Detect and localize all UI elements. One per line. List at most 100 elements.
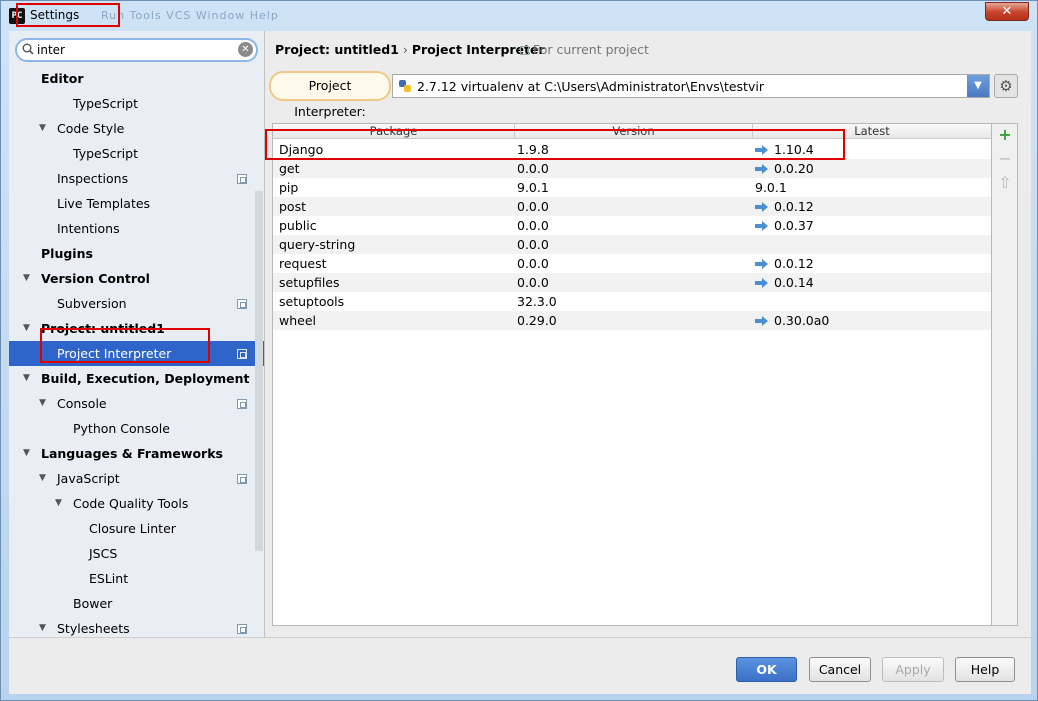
tree-item-label: Console bbox=[57, 396, 107, 411]
tree-item[interactable]: ▼ JavaScript bbox=[9, 466, 264, 491]
latest-version-text: 0.0.12 bbox=[774, 256, 814, 271]
tree-item[interactable]: ▼ Code Quality Tools bbox=[9, 491, 264, 516]
upgrade-available-icon bbox=[755, 259, 769, 269]
tree-item[interactable]: ▼ Languages & Frameworks bbox=[9, 441, 264, 466]
tree-item-label: JSCS bbox=[89, 546, 118, 561]
expand-arrow-icon[interactable]: ▼ bbox=[23, 441, 33, 466]
bottom-separator bbox=[9, 637, 1031, 638]
tree-item-label: Code Style bbox=[57, 121, 125, 136]
add-package-icon[interactable]: + bbox=[996, 126, 1014, 144]
tree-item[interactable]: Plugins bbox=[9, 241, 264, 266]
tree-item[interactable]: JSCS bbox=[9, 541, 264, 566]
project-scope-icon bbox=[237, 624, 247, 634]
title-bar[interactable]: PC Settings Run Tools VCS Window Help ✕ bbox=[1, 1, 1037, 31]
close-window-button[interactable]: ✕ bbox=[985, 2, 1029, 21]
package-name-cell: Django bbox=[279, 142, 324, 157]
expand-arrow-icon[interactable]: ▼ bbox=[23, 266, 33, 291]
tree-item[interactable]: Python Console bbox=[9, 416, 264, 441]
latest-version-cell: 0.0.20 bbox=[755, 159, 814, 178]
package-name-cell: query-string bbox=[279, 237, 356, 252]
help-button[interactable]: Help bbox=[955, 657, 1015, 682]
expand-arrow-icon[interactable]: ▼ bbox=[23, 316, 33, 341]
tree-item[interactable]: ▼ Project: untitled1 bbox=[9, 316, 264, 341]
tree-item-label: Python Console bbox=[73, 421, 170, 436]
table-row[interactable]: Django 1.9.8 1.10.4 bbox=[273, 140, 991, 159]
table-row[interactable]: pip 9.0.1 9.0.1 bbox=[273, 178, 991, 197]
tree-item-label: JavaScript bbox=[57, 471, 120, 486]
expand-arrow-icon[interactable]: ▼ bbox=[39, 391, 49, 416]
table-row[interactable]: wheel 0.29.0 0.30.0a0 bbox=[273, 311, 991, 330]
tree-item[interactable]: Editor bbox=[9, 66, 264, 91]
cancel-button[interactable]: Cancel bbox=[809, 657, 871, 682]
table-row[interactable]: query-string 0.0.0 bbox=[273, 235, 991, 254]
tree-item-label: Code Quality Tools bbox=[73, 496, 189, 511]
settings-search-box[interactable]: ✕ bbox=[15, 38, 258, 62]
tree-item-label: Plugins bbox=[41, 246, 93, 261]
version-cell: 0.0.0 bbox=[517, 161, 549, 176]
project-interpreter-panel: Project: untitled1 › Project Interpreter F… bbox=[265, 31, 1031, 637]
expand-arrow-icon[interactable]: ▼ bbox=[39, 466, 49, 491]
breadcrumb-separator: › bbox=[402, 42, 408, 57]
tree-scrollbar[interactable] bbox=[255, 191, 263, 551]
package-name-cell: get bbox=[279, 161, 300, 176]
table-row[interactable]: setupfiles 0.0.0 0.0.14 bbox=[273, 273, 991, 292]
chevron-down-icon[interactable]: ▼ bbox=[967, 75, 989, 97]
tree-item-label: Build, Execution, Deployment bbox=[41, 371, 250, 386]
tree-item-label: TypeScript bbox=[73, 96, 138, 111]
table-row[interactable]: public 0.0.0 0.0.37 bbox=[273, 216, 991, 235]
gear-icon[interactable]: ⚙ bbox=[994, 74, 1018, 98]
clear-search-icon[interactable]: ✕ bbox=[238, 42, 253, 57]
settings-tree-panel: ✕ Editor TypeScript ▼ Code Style TypeScript I… bbox=[9, 31, 264, 637]
table-row[interactable]: request 0.0.0 0.0.12 bbox=[273, 254, 991, 273]
version-cell: 0.0.0 bbox=[517, 256, 549, 271]
scope-icon bbox=[520, 46, 529, 55]
tree-item-label: Project: untitled1 bbox=[41, 321, 165, 336]
packages-table: Package Version Latest Django 1.9.8 1.10.4… bbox=[272, 123, 992, 626]
column-header-version[interactable]: Version bbox=[515, 124, 753, 139]
project-scope-icon bbox=[237, 399, 247, 409]
latest-version-cell: 0.0.37 bbox=[755, 216, 814, 235]
tree-item[interactable]: ESLint bbox=[9, 566, 264, 591]
tree-item[interactable]: Intentions bbox=[9, 216, 264, 241]
expand-arrow-icon[interactable]: ▼ bbox=[39, 116, 49, 141]
table-row[interactable]: get 0.0.0 0.0.20 bbox=[273, 159, 991, 178]
table-header: Package Version Latest bbox=[273, 124, 991, 139]
tree-item[interactable]: TypeScript bbox=[9, 91, 264, 116]
latest-version-text: 0.0.12 bbox=[774, 199, 814, 214]
expand-arrow-icon[interactable]: ▼ bbox=[23, 366, 33, 391]
tree-item[interactable]: ▼ Console bbox=[9, 391, 264, 416]
tree-item[interactable]: Bower bbox=[9, 591, 264, 616]
tree-item[interactable]: ▼ Version Control bbox=[9, 266, 264, 291]
project-scope-icon bbox=[237, 474, 247, 484]
tree-item-label: Project Interpreter bbox=[57, 346, 172, 361]
tree-item[interactable]: ▼ Build, Execution, Deployment bbox=[9, 366, 264, 391]
tree-item[interactable]: TypeScript bbox=[9, 141, 264, 166]
column-header-latest[interactable]: Latest bbox=[753, 124, 991, 139]
tree-item[interactable]: Inspections bbox=[9, 166, 264, 191]
ok-button[interactable]: OK bbox=[736, 657, 797, 682]
apply-button[interactable]: Apply bbox=[882, 657, 944, 682]
search-input[interactable] bbox=[37, 42, 232, 58]
tree-item[interactable]: Subversion bbox=[9, 291, 264, 316]
search-icon bbox=[22, 43, 34, 55]
package-name-cell: setuptools bbox=[279, 294, 345, 309]
upgrade-package-icon[interactable]: ⇧ bbox=[996, 174, 1014, 192]
tree-item[interactable]: Project Interpreter bbox=[9, 341, 264, 366]
interpreter-select[interactable]: 2.7.12 virtualenv at C:\Users\Administra… bbox=[392, 74, 990, 98]
table-row[interactable]: post 0.0.0 0.0.12 bbox=[273, 197, 991, 216]
breadcrumb: Project: untitled1 › Project Interpreter bbox=[275, 42, 545, 57]
version-cell: 0.0.0 bbox=[517, 199, 549, 214]
tree-item-label: Languages & Frameworks bbox=[41, 446, 223, 461]
expand-arrow-icon[interactable]: ▼ bbox=[55, 491, 65, 516]
tree-item[interactable]: ▼ Code Style bbox=[9, 116, 264, 141]
remove-package-icon[interactable]: − bbox=[996, 150, 1014, 168]
table-row[interactable]: setuptools 32.3.0 bbox=[273, 292, 991, 311]
settings-window: PC Settings Run Tools VCS Window Help ✕ … bbox=[0, 0, 1038, 701]
column-header-package[interactable]: Package bbox=[273, 124, 515, 139]
tree-item-label: Version Control bbox=[41, 271, 150, 286]
version-cell: 0.0.0 bbox=[517, 218, 549, 233]
tree-item[interactable]: Live Templates bbox=[9, 191, 264, 216]
tree-item[interactable]: Closure Linter bbox=[9, 516, 264, 541]
upgrade-available-icon bbox=[755, 145, 769, 155]
tree-item-label: Bower bbox=[73, 596, 113, 611]
